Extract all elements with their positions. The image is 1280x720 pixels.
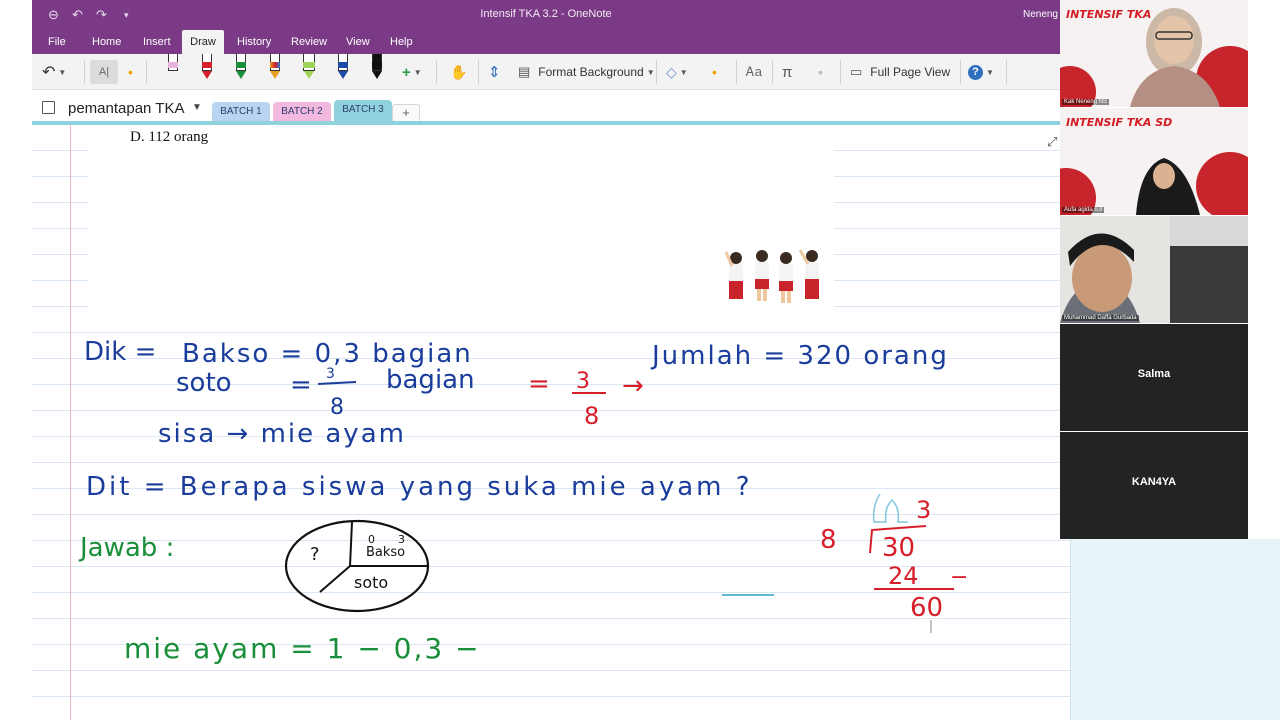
type-text-button[interactable]: A| (90, 60, 118, 84)
dot-icon: • (712, 64, 717, 80)
highlighter-green[interactable] (302, 54, 316, 84)
pen-black[interactable] (370, 54, 384, 84)
notebook-bar: pemantapan TKA ▼ BATCH 1 BATCH 2 BATCH 3… (32, 90, 1060, 122)
tab-draw[interactable]: Draw (182, 30, 224, 54)
participant-name-3: Muhammad Daffa Gurbada (1062, 315, 1139, 321)
section-tab-batch-1[interactable]: BATCH 1 (212, 102, 270, 122)
tab-review[interactable]: Review (285, 30, 333, 54)
video-feed-3 (1060, 216, 1248, 323)
tab-file[interactable]: File (42, 30, 72, 54)
ink-to-text-button[interactable]: Ꭺa (746, 60, 762, 84)
text-select-icon: A| (98, 66, 110, 78)
user-name[interactable]: Neneng (1023, 9, 1058, 20)
pen-rainbow[interactable] (268, 54, 282, 84)
vertical-arrows-icon: ⇕ (488, 64, 501, 81)
participant-name-1: Kak Neneng NS (1062, 99, 1110, 105)
video-tile-4[interactable]: Salma (1060, 324, 1248, 431)
full-page-icon: ▭ (850, 64, 863, 79)
typed-answer-text[interactable]: D. 112 orang (130, 129, 208, 146)
video-tile-5[interactable]: KAN4YA (1060, 432, 1248, 539)
lasso-icon: • (128, 64, 133, 80)
ribbon-tabs: File Home Insert Draw History Review Vie… (32, 30, 1060, 54)
ink-to-text-icon: Ꭺa (746, 64, 762, 79)
format-background-button[interactable]: ▤ Format Background ▼ (518, 60, 655, 84)
draw-toolbar: ↶ ▼ A| • + ▼ ✋ ⇕ ▤ Format Background ▼ ◇ ▼ •… (32, 54, 1060, 90)
dot-icon: • (818, 64, 823, 80)
chevron-down-icon[interactable]: ▼ (192, 102, 202, 113)
tab-view[interactable]: View (340, 30, 376, 54)
lasso-select-button[interactable]: • (128, 60, 133, 84)
section-tab-batch-2[interactable]: BATCH 2 (273, 102, 331, 122)
replay-button[interactable]: • (818, 60, 823, 84)
video-tile-3[interactable]: Muhammad Daffa Gurbada (1060, 216, 1248, 323)
full-page-view-label: Full Page View (870, 65, 951, 79)
notebook-icon (42, 101, 55, 114)
tab-home[interactable]: Home (86, 30, 127, 54)
title-bar: ⊖ ↶ ↷ ▾ Intensif TKA 3.2 - OneNote Nenen… (32, 0, 1060, 30)
notebook-name[interactable]: pemantapan TKA (68, 100, 184, 117)
video-tile-2[interactable]: INTENSIF TKA SD Aufa agida n.ll (1060, 108, 1248, 215)
hand-icon: ✋ (450, 63, 468, 80)
eraser-tool[interactable] (166, 54, 180, 84)
students-illustration (724, 249, 819, 303)
tab-history[interactable]: History (231, 30, 277, 54)
page-margin-line (70, 125, 71, 720)
add-pen-button[interactable]: + ▼ (402, 60, 422, 84)
pen-green[interactable] (234, 54, 248, 84)
plus-icon: + (402, 63, 411, 81)
undo-icon: ↶ (42, 64, 56, 81)
pan-button[interactable]: ✋ (450, 60, 467, 84)
ink-to-math-button[interactable]: π (782, 60, 792, 84)
pi-icon: π (782, 63, 793, 81)
full-page-view-button[interactable]: ▭ Full Page View (850, 60, 950, 84)
format-background-label: Format Background (538, 65, 644, 79)
participant-banner-1: INTENSIF TKA (1066, 8, 1152, 21)
add-section-button[interactable]: + (392, 104, 420, 122)
section-tab-batch-3[interactable]: BATCH 3 (334, 100, 392, 122)
shapes-icon: ◇ (666, 63, 677, 80)
insert-space-button[interactable]: ⇕ (488, 60, 501, 84)
window-title: Intensif TKA 3.2 - OneNote (480, 8, 612, 20)
tab-insert[interactable]: Insert (137, 30, 177, 54)
expand-icon[interactable]: ⤢ (1047, 134, 1057, 150)
pen-band-0 (202, 62, 212, 68)
participant-name-5: KAN4YA (1131, 476, 1177, 488)
background-icon: ▤ (518, 64, 531, 79)
video-tile-1[interactable]: INTENSIF TKA Kak Neneng NS (1060, 0, 1248, 107)
shapes-button[interactable]: ◇ ▼ (666, 60, 688, 84)
right-strip (1070, 539, 1280, 720)
pen-red[interactable] (200, 54, 214, 84)
participant-name-2: Aufa agida n.ll (1062, 207, 1105, 213)
participant-name-4: Salma (1137, 368, 1171, 380)
undo-button[interactable]: ↶ ▼ (42, 60, 66, 84)
pen-blue[interactable] (336, 54, 350, 84)
tab-help[interactable]: Help (384, 30, 419, 54)
help-button[interactable]: ? ▼ (968, 60, 994, 84)
participant-banner-2: INTENSIF TKA SD (1066, 116, 1173, 129)
help-icon: ? (968, 64, 983, 80)
ink-color-button[interactable]: • (712, 60, 717, 84)
